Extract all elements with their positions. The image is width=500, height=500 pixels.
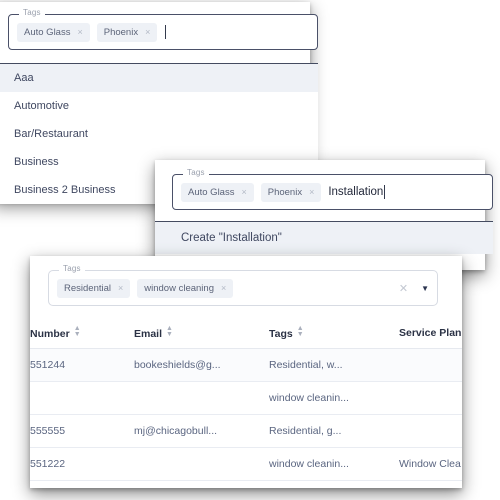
clear-all-icon[interactable]: ✕ xyxy=(399,282,408,295)
table-header-row: Number ▲ ▼ Email ▲ ▼ Tags ▲ ▼ Service Plan xyxy=(30,318,462,349)
cell-email xyxy=(134,381,269,415)
column-header-label: Number xyxy=(30,328,70,340)
table-row[interactable]: 555555 mj@chicagobull... Residential, g.… xyxy=(30,414,462,448)
cell-service-plan xyxy=(399,348,462,382)
sort-icon[interactable]: ▲ ▼ xyxy=(166,325,173,338)
tag-chip-label: Phoenix xyxy=(103,26,139,38)
contacts-table-wrap: Number ▲ ▼ Email ▲ ▼ Tags ▲ ▼ Service Plan 551… xyxy=(30,318,462,481)
table-row[interactable]: window cleanin... xyxy=(30,381,462,415)
tags-field-legend: Tags xyxy=(19,8,45,18)
tag-chip-label: Phoenix xyxy=(267,186,303,198)
tag-chip-label: Auto Glass xyxy=(24,26,71,38)
cell-email: mj@chicagobull... xyxy=(134,414,269,448)
remove-tag-icon[interactable]: × xyxy=(118,283,123,293)
tag-chip[interactable]: window cleaning × xyxy=(137,278,234,298)
contacts-table-panel: Tags Residential × window cleaning × ✕ ▼… xyxy=(30,256,462,488)
column-header-label: Tags xyxy=(269,328,293,340)
tag-chip[interactable]: Residential × xyxy=(57,278,131,298)
tags-input-value: Installation xyxy=(328,186,384,198)
cell-number xyxy=(30,381,134,415)
tag-picker-panel-create-option: Tags Auto Glass × Phoenix × Installation… xyxy=(155,160,493,425)
remove-tag-icon[interactable]: × xyxy=(145,27,150,37)
tag-chip-label: Residential xyxy=(64,282,111,294)
text-caret xyxy=(384,185,386,199)
cell-tags: window cleanin... xyxy=(269,381,399,415)
tag-option-item[interactable]: Aaa xyxy=(0,64,318,92)
tags-field-legend: Tags xyxy=(183,168,209,178)
tag-option-item[interactable]: Bar/Restaurant xyxy=(0,120,318,148)
cell-service-plan: Window Clea xyxy=(399,447,462,481)
sort-icon[interactable]: ▲ ▼ xyxy=(297,325,304,338)
tag-chip[interactable]: Phoenix × xyxy=(96,22,158,42)
tag-chip[interactable]: Auto Glass × xyxy=(181,182,254,202)
contacts-table: Number ▲ ▼ Email ▲ ▼ Tags ▲ ▼ Service Plan 551… xyxy=(30,318,462,481)
column-header-service-plan[interactable]: Service Plan xyxy=(399,318,462,349)
column-header-label: Email xyxy=(134,328,163,340)
create-tag-option[interactable]: Create "Installation" xyxy=(155,222,493,254)
tag-chip[interactable]: Auto Glass × xyxy=(17,22,90,42)
field-actions: ✕ ▼ xyxy=(399,271,429,305)
cell-email xyxy=(134,447,269,481)
column-header-label: Service Plan xyxy=(399,327,462,339)
sort-icon[interactable]: ▲ ▼ xyxy=(74,325,81,338)
tags-text-input[interactable]: Installation xyxy=(328,185,386,199)
tag-chip-label: Auto Glass xyxy=(188,186,235,198)
tags-filter-field[interactable]: Tags Residential × window cleaning × ✕ ▼ xyxy=(48,264,438,306)
cell-tags: Residential, g... xyxy=(269,414,399,448)
column-header-tags[interactable]: Tags ▲ ▼ xyxy=(269,318,399,349)
tags-chip-row: Auto Glass × Phoenix × Installation xyxy=(173,175,492,209)
cell-tags: Residential, w... xyxy=(269,348,399,382)
tags-input-field[interactable]: Tags Auto Glass × Phoenix × Installation xyxy=(172,168,493,210)
chevron-down-icon[interactable]: ▼ xyxy=(421,284,429,293)
table-row[interactable]: 551244 bookeshields@g... Residential, w.… xyxy=(30,348,462,382)
cell-tags: window cleanin... xyxy=(269,447,399,481)
tag-option-item[interactable]: Automotive xyxy=(0,92,318,120)
column-header-email[interactable]: Email ▲ ▼ xyxy=(134,318,269,349)
tags-text-input[interactable] xyxy=(164,25,167,39)
tags-chip-row: Residential × window cleaning × xyxy=(49,271,437,305)
tag-chip[interactable]: Phoenix × xyxy=(260,182,322,202)
tags-input-field[interactable]: Tags Auto Glass × Phoenix × xyxy=(8,8,318,50)
remove-tag-icon[interactable]: × xyxy=(241,187,246,197)
tags-chip-row: Auto Glass × Phoenix × xyxy=(9,15,317,49)
table-row[interactable]: 551222 window cleanin... Window Clea xyxy=(30,447,462,481)
text-caret xyxy=(165,25,167,39)
cell-number: 555555 xyxy=(30,414,134,448)
tag-chip-label: window cleaning xyxy=(144,282,214,294)
column-header-number[interactable]: Number ▲ ▼ xyxy=(30,318,134,349)
cell-number: 551244 xyxy=(30,348,134,382)
remove-tag-icon[interactable]: × xyxy=(309,187,314,197)
remove-tag-icon[interactable]: × xyxy=(221,283,226,293)
cell-service-plan xyxy=(399,381,462,415)
tag-options-list[interactable]: Create "Installation" xyxy=(155,221,493,254)
cell-service-plan xyxy=(399,414,462,448)
cell-email: bookeshields@g... xyxy=(134,348,269,382)
tags-field-legend: Tags xyxy=(59,264,85,274)
remove-tag-icon[interactable]: × xyxy=(77,27,82,37)
cell-number: 551222 xyxy=(30,447,134,481)
